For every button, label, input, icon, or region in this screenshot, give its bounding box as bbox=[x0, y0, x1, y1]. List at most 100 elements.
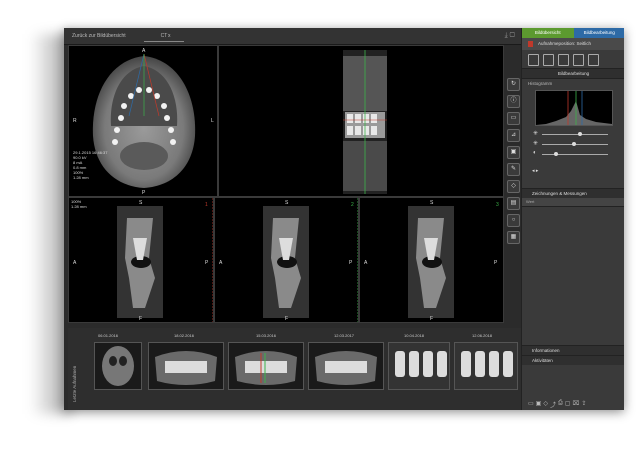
grid-icon[interactable]: ▦ bbox=[507, 231, 520, 244]
eraser-icon[interactable]: ◇ bbox=[507, 180, 520, 193]
crop-icon[interactable]: ▣ bbox=[507, 146, 520, 159]
collapse-drawings-measurements[interactable]: Zeichnungen & Messungen bbox=[522, 188, 624, 198]
thumbnail-6[interactable] bbox=[454, 342, 518, 390]
histogram-chart[interactable] bbox=[535, 90, 613, 126]
pencil-icon[interactable]: ✎ bbox=[507, 163, 520, 176]
lightbulb-icon[interactable]: ○ bbox=[507, 214, 520, 227]
collapse-activities[interactable]: Aktivitäten bbox=[522, 355, 624, 365]
cs2-label-a: A bbox=[219, 260, 223, 266]
cross-section-image-3 bbox=[408, 206, 454, 318]
tab-image-overview[interactable]: Bildübersicht bbox=[522, 28, 574, 38]
recent-images-label: Letzte Aufnahmen bbox=[72, 365, 77, 402]
rotate-icon[interactable]: ↻ bbox=[507, 78, 520, 91]
cs2-number: 2 bbox=[351, 202, 354, 208]
contrast-knob[interactable] bbox=[572, 142, 576, 146]
contrast-icon: ✳ bbox=[533, 141, 539, 147]
cs3-label-f: F bbox=[430, 316, 434, 322]
window-controls[interactable]: ⤓ ▢ bbox=[505, 32, 515, 40]
cs3-label-a: A bbox=[364, 260, 368, 266]
thumbnail-1[interactable] bbox=[94, 342, 142, 390]
gamma-knob[interactable] bbox=[554, 152, 558, 156]
sidebar-empty-area bbox=[522, 207, 624, 345]
coronal-strip-image bbox=[343, 50, 387, 194]
orientation-label-left: L bbox=[211, 118, 214, 124]
thumbnail-3[interactable] bbox=[228, 342, 304, 390]
copy-icon[interactable] bbox=[573, 54, 584, 66]
tab-ct[interactable]: CT bbox=[144, 31, 184, 42]
contrast-slider[interactable] bbox=[542, 142, 608, 146]
right-sidebar: Bildübersicht Bildbearbeitung Aufnahmepo… bbox=[521, 28, 624, 410]
brightness-knob[interactable] bbox=[578, 132, 582, 136]
thumb-date-3: 15.03.2016 bbox=[256, 333, 277, 338]
thumb-date-6: 12.06.2018 bbox=[472, 333, 493, 338]
orientation-label-posterior: P bbox=[142, 190, 146, 196]
sidebar-tabs: Bildübersicht Bildbearbeitung bbox=[522, 28, 624, 38]
value-input[interactable]: Wert bbox=[522, 198, 624, 207]
flip-controls[interactable]: ◂ ▸ bbox=[522, 168, 624, 188]
tab-image-editing[interactable]: Bildbearbeitung bbox=[573, 28, 624, 38]
thumbnail-1-image bbox=[102, 346, 134, 386]
top-bar: Zurück zur Bildübersicht CT x ⤓ ▢ bbox=[64, 28, 521, 45]
cs1-number: 1 bbox=[205, 202, 208, 208]
back-to-overview-link[interactable]: Zurück zur Bildübersicht bbox=[72, 31, 126, 41]
collapse-information[interactable]: Informationen bbox=[522, 345, 624, 355]
sidebar-action-icons bbox=[522, 50, 624, 68]
cs3-number: 3 bbox=[496, 202, 499, 208]
tag-icon[interactable]: ◇ bbox=[543, 400, 548, 410]
orientation-label-right: R bbox=[73, 118, 77, 124]
cross-section-pane-1[interactable]: S A P F 1 100% 1.28 mm bbox=[68, 197, 214, 323]
settings-icon[interactable] bbox=[588, 54, 599, 66]
export-icon[interactable] bbox=[543, 54, 554, 66]
thumbnail-2[interactable] bbox=[148, 342, 224, 390]
save-icon[interactable]: ▢ bbox=[565, 400, 571, 410]
cs1-label-a: A bbox=[73, 260, 77, 266]
cs1-label-s: S bbox=[139, 200, 143, 206]
brightness-slider[interactable] bbox=[542, 132, 608, 136]
thumb-date-5: 10.04.2018 bbox=[404, 333, 425, 338]
recent-images-strip: Letzte Aufnahmen 06.01.2016 18.02.2016 1… bbox=[68, 328, 521, 410]
brightness-icon: ✳ bbox=[533, 131, 539, 137]
cs1-label-f: F bbox=[139, 316, 143, 322]
ct-viewer[interactable]: A R L P 29.1.2015 16:46:37 90.0 kV 8 mA … bbox=[68, 45, 504, 323]
print-icon[interactable] bbox=[558, 54, 569, 66]
cs-scan-info: 100% 1.28 mm bbox=[71, 199, 87, 209]
thumbnail-5[interactable] bbox=[388, 342, 450, 390]
cross-section-pane-3[interactable]: S A P F 3 bbox=[359, 197, 504, 323]
trash-icon[interactable]: ⌧ bbox=[572, 400, 579, 410]
close-tab-icon[interactable]: x bbox=[168, 31, 171, 41]
thumbnail-2-image bbox=[155, 351, 217, 385]
cs2-label-s: S bbox=[285, 200, 289, 206]
orientation-label-anterior: A bbox=[142, 48, 146, 54]
info-icon[interactable]: ⓘ bbox=[507, 95, 520, 108]
share-icon[interactable]: ⤴ bbox=[550, 400, 556, 410]
upload-icon[interactable]: ⇪ bbox=[581, 400, 586, 410]
recording-position-label: Aufnahmeposition: Seitlich bbox=[538, 41, 592, 46]
cross-section-pane-2[interactable]: S A P F 2 bbox=[214, 197, 359, 323]
ruler-icon[interactable]: ⊿ bbox=[507, 129, 520, 142]
application-window: Zurück zur Bildübersicht CT x ⤓ ▢ A R L … bbox=[64, 28, 624, 410]
gamma-icon: ◐ bbox=[533, 150, 537, 156]
folder-icon[interactable]: ▭ bbox=[528, 400, 534, 410]
layers-icon[interactable]: ▤ bbox=[507, 197, 520, 210]
measure-icon[interactable]: ▭ bbox=[507, 112, 520, 125]
tool-strip: ↻ ⓘ ▭ ⊿ ▣ ✎ ◇ ▤ ○ ▦ bbox=[506, 78, 520, 248]
axial-scan-info: 29.1.2015 16:46:37 90.0 kV 8 mA 0.8 mm 1… bbox=[73, 150, 108, 180]
thumb-date-1: 06.01.2016 bbox=[98, 333, 119, 338]
cs2-label-f: F bbox=[285, 316, 289, 322]
bottom-toolbar: ▭ ▣ ◇ ⤴ ⎙ ▢ ⌧ ⇪ bbox=[524, 400, 624, 410]
coronal-view-pane[interactable] bbox=[218, 45, 504, 197]
cs1-label-p: P bbox=[205, 260, 209, 266]
thumbnail-6-image bbox=[455, 343, 517, 389]
thumbnail-4-image bbox=[315, 351, 377, 385]
recording-position-header: Aufnahmeposition: Seitlich bbox=[522, 38, 624, 50]
image-icon[interactable]: ▣ bbox=[536, 400, 542, 410]
thumb-date-2: 18.02.2016 bbox=[174, 333, 195, 338]
document-icon[interactable] bbox=[528, 54, 539, 66]
recent-images-label-wrap: Letzte Aufnahmen bbox=[72, 348, 80, 404]
axial-view-pane[interactable]: A R L P 29.1.2015 16:46:37 90.0 kV 8 mA … bbox=[68, 45, 218, 197]
print-toolbar-icon[interactable]: ⎙ bbox=[558, 400, 563, 410]
cs3-label-s: S bbox=[430, 200, 434, 206]
gamma-slider[interactable] bbox=[542, 152, 608, 156]
thumbnail-4[interactable] bbox=[308, 342, 384, 390]
adjustment-sliders: ✳ ✳ ◐ bbox=[522, 126, 624, 168]
